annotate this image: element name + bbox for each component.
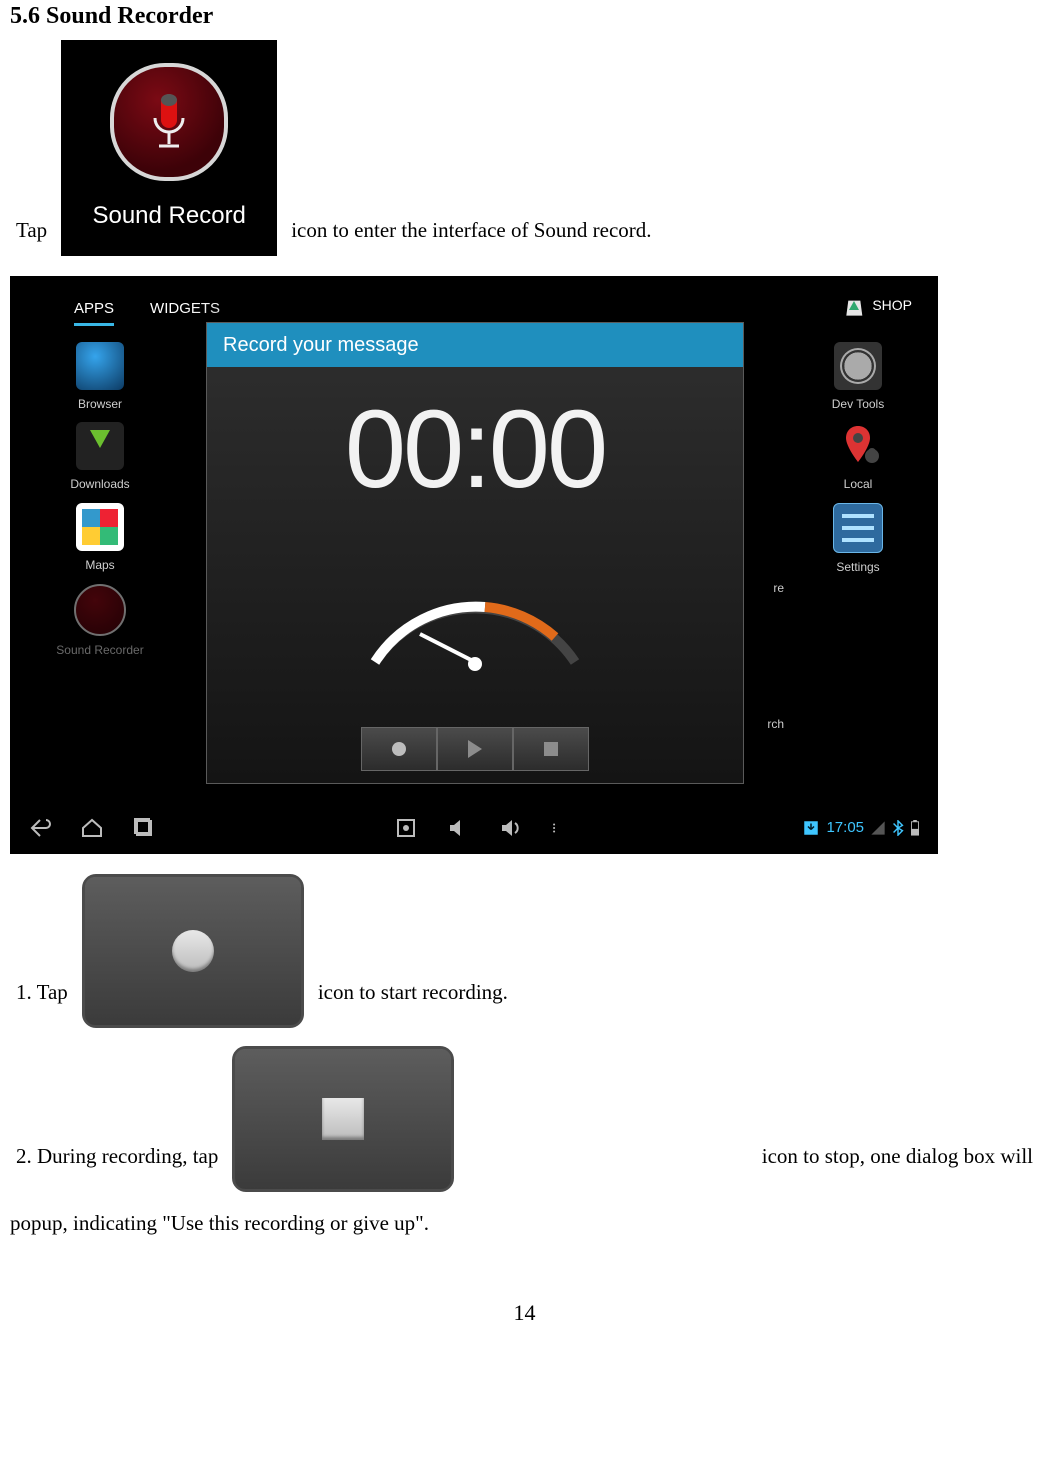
stop-button-figure [232, 1046, 454, 1192]
tap-text-post: icon to enter the interface of Sound rec… [291, 216, 651, 245]
step1-post: icon to start recording. [318, 967, 508, 1017]
record-dot-icon [392, 742, 406, 756]
home-icon[interactable] [80, 816, 104, 840]
system-nav-bar: 17:05 [14, 806, 934, 850]
stop-square-icon [544, 742, 558, 756]
stop-button[interactable] [513, 727, 589, 771]
app-cut-label: rch [767, 716, 784, 733]
back-icon[interactable] [28, 816, 52, 840]
status-clock: 17:05 [826, 817, 864, 838]
app-label: Downloads [70, 476, 129, 493]
recorder-modal: Record your message 00:00 [206, 322, 744, 784]
app-label: Maps [85, 557, 114, 574]
app-sound-recorder[interactable]: Sound Recorder [44, 584, 156, 659]
step2-pre: 2. During recording, tap [16, 1131, 218, 1181]
app-label: Sound Recorder [56, 642, 143, 659]
recorder-app-icon [74, 584, 126, 636]
page-number: 14 [10, 1298, 1039, 1329]
screenshot-icon[interactable] [394, 816, 418, 840]
record-dot-icon [172, 930, 214, 972]
menu-dots-icon[interactable] [550, 816, 564, 840]
volume-up-icon[interactable] [498, 816, 522, 840]
tap-text-pre: Tap [16, 216, 47, 245]
sound-record-app-circle [110, 63, 228, 181]
signal-icon [870, 820, 886, 836]
app-browser[interactable]: Browser [44, 342, 156, 413]
app-cut-label: re [773, 580, 784, 597]
download-status-icon [802, 819, 820, 837]
app-label: Dev Tools [832, 396, 884, 413]
step1-line: 1. Tap icon to start recording. [10, 874, 1039, 1028]
gear-icon [834, 342, 882, 390]
play-button[interactable] [437, 727, 513, 771]
globe-icon [76, 342, 124, 390]
step2-line2: popup, indicating "Use this recording or… [10, 1198, 1039, 1248]
shop-button[interactable]: SHOP [844, 296, 912, 316]
step2-post: icon to stop, one dialog box will [468, 1131, 1033, 1181]
vu-meter [207, 527, 743, 727]
battery-icon [910, 820, 920, 836]
shop-icon [844, 296, 864, 316]
app-label: Settings [836, 559, 879, 576]
app-downloads[interactable]: Downloads [44, 422, 156, 493]
sound-record-app-icon-figure: Sound Record [61, 40, 277, 256]
volume-down-icon[interactable] [446, 816, 470, 840]
app-label: Browser [78, 396, 122, 413]
step1-pre: 1. Tap [16, 967, 68, 1017]
record-button-figure [82, 874, 304, 1028]
shop-label: SHOP [872, 296, 912, 316]
microphone-icon [149, 92, 189, 152]
step2-line1: 2. During recording, tap icon to stop, o… [10, 1046, 1039, 1192]
modal-title: Record your message [207, 323, 743, 367]
section-heading: 5.6 Sound Recorder [10, 0, 1039, 34]
app-maps[interactable]: Maps [44, 503, 156, 574]
sliders-icon [833, 503, 883, 553]
recorder-timer: 00:00 [207, 373, 743, 527]
download-icon [76, 422, 124, 470]
recent-apps-icon[interactable] [132, 816, 156, 840]
tab-apps[interactable]: APPS [74, 298, 114, 326]
bluetooth-icon [892, 820, 904, 836]
maps-icon [76, 503, 124, 551]
play-icon [468, 740, 482, 758]
record-button[interactable] [361, 727, 437, 771]
app-label: Local [844, 476, 873, 493]
app-settings[interactable]: Settings [802, 503, 914, 576]
pin-icon [834, 422, 882, 470]
stop-square-icon [322, 1098, 364, 1140]
recorder-interface-screenshot: APPS WIDGETS SHOP Browser Downloads Maps… [10, 276, 938, 854]
app-local[interactable]: Local [802, 422, 914, 493]
tap-line: Tap Sound Record icon to enter the inter… [10, 40, 1039, 256]
sound-record-app-label: Sound Record [92, 199, 245, 233]
app-dev-tools[interactable]: Dev Tools [802, 342, 914, 413]
